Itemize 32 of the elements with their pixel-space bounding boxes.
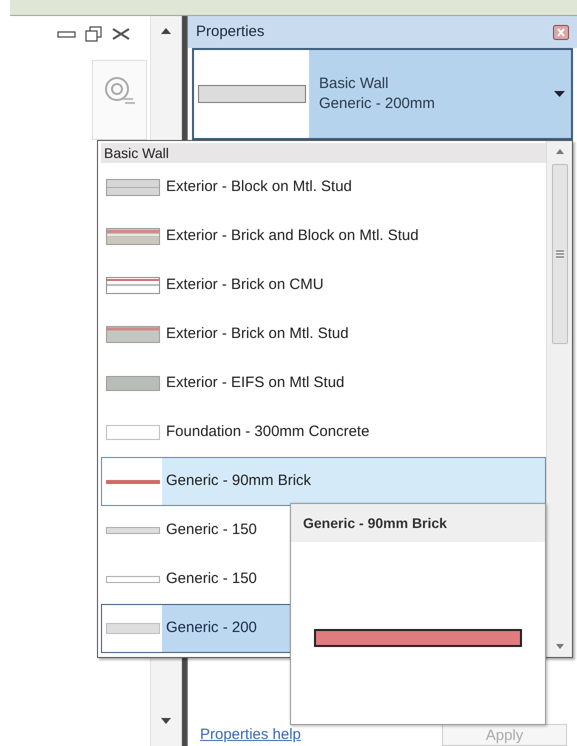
scrollbar[interactable]	[546, 141, 572, 657]
type-selector[interactable]: Basic Wall Generic - 200mm	[192, 48, 573, 140]
wall-swatch-icon	[106, 623, 160, 634]
grip-icon	[556, 250, 564, 258]
help-link[interactable]: Properties help	[200, 724, 301, 746]
wall-family: Basic Wall	[319, 74, 390, 94]
close-icon[interactable]	[111, 27, 131, 41]
wall-swatch-icon	[106, 326, 160, 343]
wall-type: Generic - 200mm	[319, 94, 436, 114]
scroll-down-icon[interactable]	[556, 644, 564, 649]
close-icon[interactable]	[553, 24, 569, 40]
restore-icon[interactable]	[85, 26, 103, 42]
scroll-down-icon[interactable]	[161, 718, 171, 724]
scroll-up-icon[interactable]	[161, 28, 171, 34]
wall-swatch-icon	[106, 179, 160, 196]
wall-swatch-icon	[106, 376, 160, 391]
wall-swatch-icon	[106, 425, 160, 440]
scroll-up-icon[interactable]	[556, 149, 564, 154]
wall-type-option[interactable]: Generic - 90mm Brick	[101, 457, 546, 506]
wall-preview-icon	[198, 85, 306, 103]
wall-swatch-icon	[106, 277, 160, 294]
minimize-icon[interactable]	[57, 29, 77, 39]
wall-preview-icon	[314, 629, 522, 647]
wall-swatch-icon	[106, 228, 160, 245]
wall-swatch-icon	[106, 527, 160, 534]
wall-swatch-icon	[106, 480, 160, 484]
group-header: Basic Wall	[101, 143, 546, 163]
tooltip-title: Generic - 90mm Brick	[291, 504, 545, 542]
dropdown-arrow-icon[interactable]	[554, 91, 565, 97]
wall-swatch-icon	[106, 576, 160, 583]
scroll-thumb[interactable]	[552, 164, 568, 344]
panel-title: Properties	[196, 22, 264, 42]
